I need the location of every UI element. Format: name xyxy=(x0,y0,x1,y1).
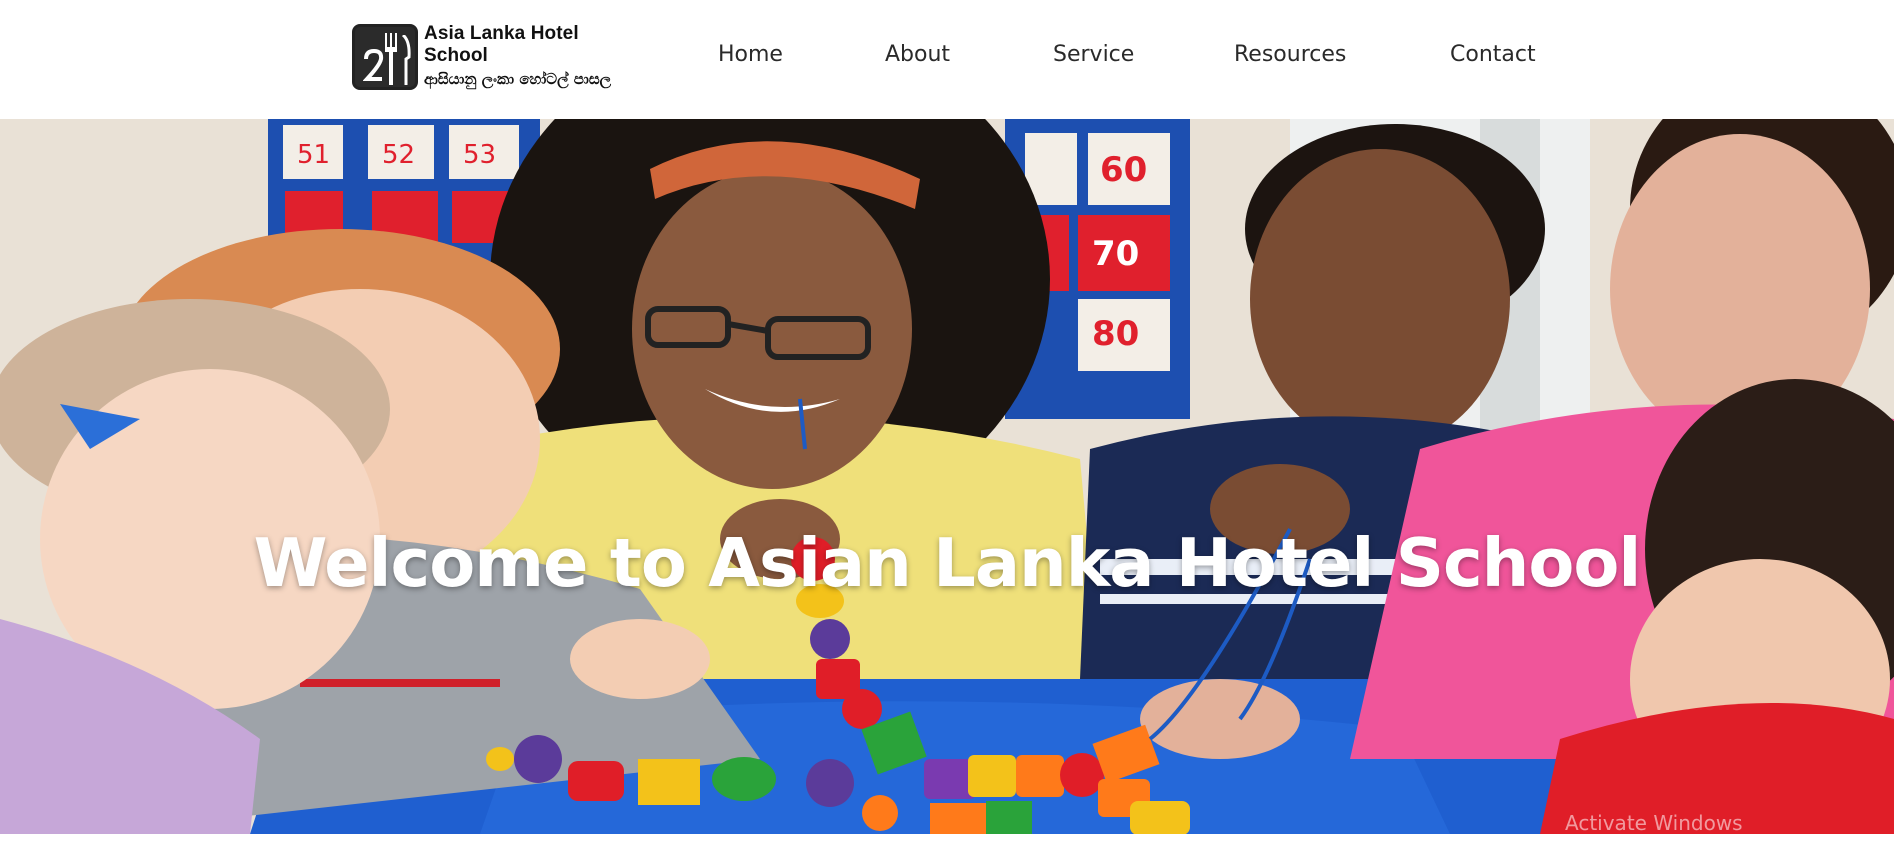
site-logo[interactable]: Asia Lanka Hotel School ආසියානු ලංකා හෝට… xyxy=(352,23,646,91)
classroom-photo: 51 52 53 60 70 80 xyxy=(0,119,1894,834)
activate-windows-watermark: Activate Windows xyxy=(1565,811,1743,835)
fork-logo-icon xyxy=(352,24,418,90)
hero-title: Welcome to Asian Lanka Hotel School xyxy=(253,524,1642,602)
chart-number-51: 51 xyxy=(297,140,330,170)
hero-banner: 51 52 53 60 70 80 Welcome to Asian Lanka… xyxy=(0,119,1894,834)
chart-number-80: 80 xyxy=(1092,314,1139,354)
chart-number-70: 70 xyxy=(1092,234,1139,274)
page-bottom-strip xyxy=(0,834,1894,843)
nav-home[interactable]: Home xyxy=(718,36,783,74)
logo-subtitle: ආසියානු ලංකා හෝටල් පාසල xyxy=(424,70,612,88)
nav-service[interactable]: Service xyxy=(1053,36,1134,74)
site-header: Asia Lanka Hotel School ආසියානු ලංකා හෝට… xyxy=(0,0,1894,119)
nav-resources[interactable]: Resources xyxy=(1234,36,1346,74)
logo-title: Asia Lanka Hotel School xyxy=(424,23,579,66)
nav-contact[interactable]: Contact xyxy=(1450,36,1536,74)
chart-number-52: 52 xyxy=(382,140,415,170)
chart-number-53: 53 xyxy=(463,140,496,170)
chart-number-60: 60 xyxy=(1100,150,1147,190)
nav-about[interactable]: About xyxy=(885,36,950,74)
